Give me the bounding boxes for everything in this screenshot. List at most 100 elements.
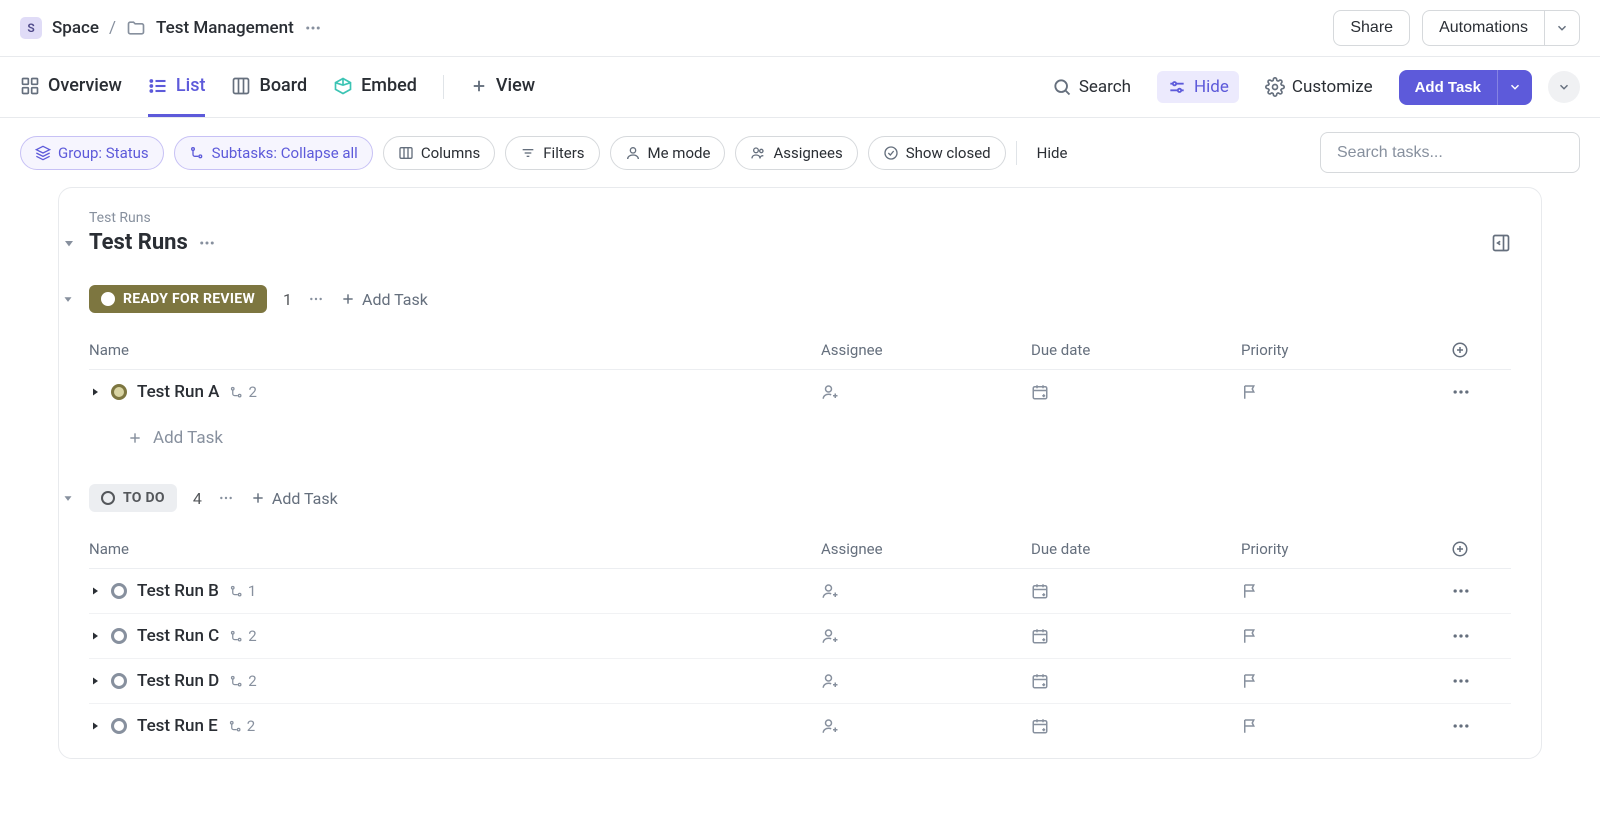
assignee-cell[interactable] (821, 383, 1031, 401)
task-title[interactable]: Test Run A (137, 382, 219, 402)
priority-cell[interactable] (1241, 627, 1451, 645)
group-collapse-caret[interactable] (61, 491, 75, 505)
expand-subtasks-caret[interactable] (89, 630, 101, 642)
add-task-button-group: Add Task (1399, 70, 1532, 105)
task-row[interactable]: Test Run B 1 (89, 569, 1511, 614)
chip-subtasks[interactable]: Subtasks: Collapse all (174, 136, 373, 170)
expand-subtasks-caret[interactable] (89, 675, 101, 687)
task-status-icon[interactable] (111, 628, 127, 644)
due-date-cell[interactable] (1031, 383, 1241, 401)
overview-icon (20, 76, 40, 96)
col-assignee[interactable]: Assignee (821, 540, 1031, 558)
task-search-box[interactable] (1320, 132, 1580, 173)
expand-subtasks-caret[interactable] (89, 720, 101, 732)
task-title[interactable]: Test Run E (137, 716, 218, 736)
collapse-right-panel-button[interactable] (1548, 71, 1580, 103)
col-due[interactable]: Due date (1031, 540, 1241, 558)
priority-cell[interactable] (1241, 717, 1451, 735)
panel-more-icon[interactable] (198, 234, 216, 252)
tab-board[interactable]: Board (231, 57, 307, 117)
chip-assignees[interactable]: Assignees (735, 136, 857, 170)
assignee-cell[interactable] (821, 582, 1031, 600)
priority-cell[interactable] (1241, 582, 1451, 600)
customize-button[interactable]: Customize (1255, 71, 1383, 103)
breadcrumb-space[interactable]: Space (52, 18, 99, 38)
status-tag[interactable]: READY FOR REVIEW (89, 285, 267, 313)
tab-overview[interactable]: Overview (20, 57, 122, 117)
due-date-cell[interactable] (1031, 672, 1241, 690)
subtask-icon (189, 145, 205, 161)
chip-filters[interactable]: Filters (505, 136, 599, 170)
hide-toggle[interactable]: Hide (1157, 71, 1239, 103)
add-column-button[interactable] (1451, 540, 1511, 558)
assignee-cell[interactable] (821, 672, 1031, 690)
due-date-cell[interactable] (1031, 582, 1241, 600)
add-view-button[interactable]: View (470, 57, 535, 117)
task-title[interactable]: Test Run C (137, 626, 219, 646)
task-row[interactable]: Test Run A 2 (89, 370, 1511, 414)
col-name[interactable]: Name (89, 341, 821, 359)
assignee-cell[interactable] (821, 717, 1031, 735)
group-add-task-button[interactable]: Add Task (250, 489, 338, 508)
task-title[interactable]: Test Run B (137, 581, 219, 601)
task-row[interactable]: Test Run D 2 (89, 659, 1511, 704)
add-column-button[interactable] (1451, 341, 1511, 359)
task-status-icon[interactable] (111, 583, 127, 599)
tab-embed[interactable]: Embed (333, 57, 417, 117)
chip-me-mode[interactable]: Me mode (610, 136, 726, 170)
group-add-task-label: Add Task (362, 290, 428, 309)
add-task-button[interactable]: Add Task (1399, 70, 1497, 105)
expand-subtasks-caret[interactable] (89, 585, 101, 597)
task-row[interactable]: Test Run E 2 (89, 704, 1511, 748)
task-search-input[interactable] (1337, 144, 1563, 162)
task-row-more-button[interactable] (1451, 671, 1511, 691)
group-collapse-caret[interactable] (61, 292, 75, 306)
automations-dropdown-button[interactable] (1544, 10, 1580, 46)
task-row-more-button[interactable] (1451, 716, 1511, 736)
task-status-icon[interactable] (111, 718, 127, 734)
task-status-icon[interactable] (111, 673, 127, 689)
task-title[interactable]: Test Run D (137, 671, 219, 691)
task-row-more-button[interactable] (1451, 626, 1511, 646)
group-more-icon[interactable] (308, 291, 324, 307)
col-due[interactable]: Due date (1031, 341, 1241, 359)
group-more-icon[interactable] (218, 490, 234, 506)
add-task-row[interactable]: Add Task (89, 414, 1511, 454)
priority-cell[interactable] (1241, 672, 1451, 690)
space-badge[interactable]: S (20, 17, 42, 39)
chip-show-closed[interactable]: Show closed (868, 136, 1006, 170)
add-task-dropdown-button[interactable] (1497, 70, 1532, 105)
panel-collapse-caret[interactable] (61, 235, 77, 251)
subtask-count-badge[interactable]: 2 (229, 672, 256, 690)
subtask-count-badge[interactable]: 2 (228, 717, 255, 735)
due-date-cell[interactable] (1031, 717, 1241, 735)
task-row[interactable]: Test Run C 2 (89, 614, 1511, 659)
subtask-count-badge[interactable]: 2 (229, 627, 256, 645)
task-status-icon[interactable] (111, 384, 127, 400)
task-row-more-button[interactable] (1451, 382, 1511, 402)
chip-group-status[interactable]: Group: Status (20, 136, 164, 170)
expand-subtasks-caret[interactable] (89, 386, 101, 398)
col-assignee[interactable]: Assignee (821, 341, 1031, 359)
tab-list[interactable]: List (148, 57, 206, 117)
search-button[interactable]: Search (1042, 71, 1141, 103)
assignee-cell[interactable] (821, 627, 1031, 645)
task-row-more-button[interactable] (1451, 581, 1511, 601)
col-name[interactable]: Name (89, 540, 821, 558)
panel-title[interactable]: Test Runs (89, 230, 188, 255)
breadcrumb-folder[interactable]: Test Management (156, 18, 294, 38)
group-add-task-button[interactable]: Add Task (340, 290, 428, 309)
chip-columns[interactable]: Columns (383, 136, 495, 170)
subtask-count-badge[interactable]: 2 (229, 383, 256, 401)
col-priority[interactable]: Priority (1241, 540, 1451, 558)
subtask-count-badge[interactable]: 1 (229, 582, 256, 600)
status-tag[interactable]: TO DO (89, 484, 177, 512)
priority-cell[interactable] (1241, 383, 1451, 401)
breadcrumb-more-icon[interactable] (304, 19, 322, 37)
share-button[interactable]: Share (1333, 10, 1410, 46)
due-date-cell[interactable] (1031, 627, 1241, 645)
col-priority[interactable]: Priority (1241, 341, 1451, 359)
automations-button[interactable]: Automations (1422, 10, 1544, 46)
chip-hide[interactable]: Hide (1027, 137, 1078, 169)
panel-layout-icon[interactable] (1491, 233, 1511, 253)
